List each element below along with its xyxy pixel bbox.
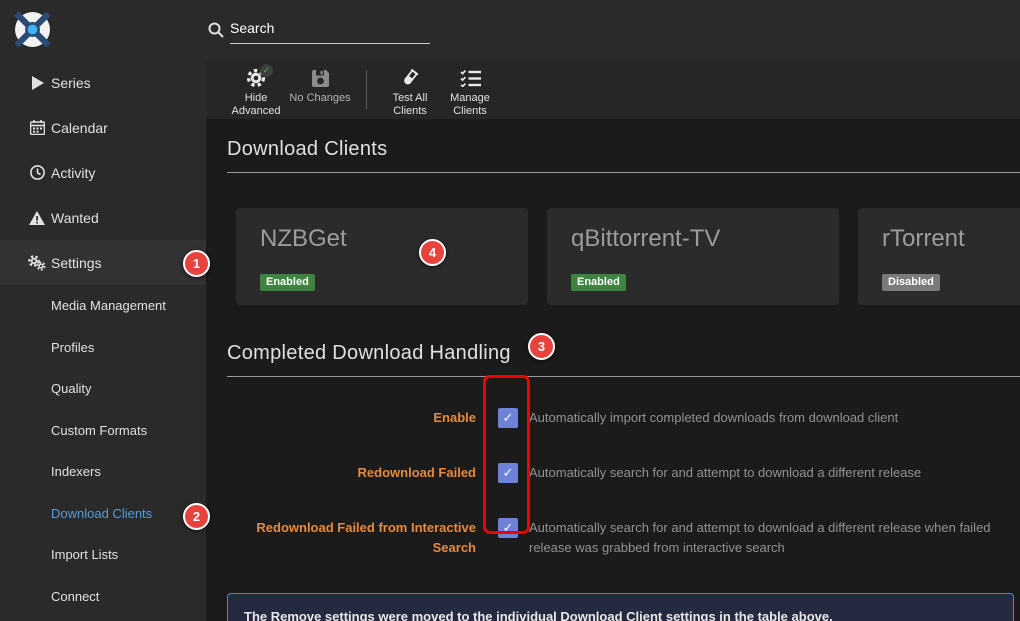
manage-clients-button[interactable]: Manage Clients bbox=[439, 60, 501, 119]
annotation-badge-2: 2 bbox=[183, 503, 210, 530]
toolbar-button-label: Test All Clients bbox=[381, 92, 439, 117]
alert-text: The Remove settings were moved to the in… bbox=[244, 609, 833, 621]
sidebar-subitem-label: Custom Formats bbox=[51, 423, 147, 438]
checklist-icon bbox=[460, 67, 481, 89]
sidebar-subitem-label: Media Management bbox=[51, 298, 166, 313]
sonarr-app: Series Calendar bbox=[0, 0, 1020, 621]
form-row-enable: Enable ✓ Automatically import completed … bbox=[227, 408, 1020, 428]
sidebar-subitem-media-management[interactable]: Media Management bbox=[0, 285, 206, 327]
search-container bbox=[206, 20, 430, 44]
form-row-redownload-failed-interactive: Redownload Failed from Interactive Searc… bbox=[227, 518, 1020, 558]
toolbar-button-label: Manage Clients bbox=[439, 92, 501, 117]
advanced-check-badge: ✓ bbox=[260, 64, 273, 77]
sidebar-subitem-download-clients[interactable]: Download Clients bbox=[0, 493, 206, 535]
warning-icon bbox=[28, 211, 46, 225]
toolbar-button-label: No Changes bbox=[289, 92, 350, 105]
sidebar-nav: Series Calendar bbox=[0, 60, 206, 621]
sidebar-item-activity[interactable]: Activity bbox=[0, 150, 206, 195]
annotation-rectangle-checkboxes bbox=[483, 375, 530, 534]
sidebar-item-label: Series bbox=[51, 75, 91, 91]
client-card-title: qBittorrent-TV bbox=[571, 225, 815, 253]
sidebar-subitem-indexers[interactable]: Indexers bbox=[0, 451, 206, 493]
sidebar-subitem-label: Import Lists bbox=[51, 547, 118, 562]
redownload-failed-interactive-label: Redownload Failed from Interactive Searc… bbox=[227, 518, 476, 558]
settings-content: Download Clients NZBGet Enabled qBittorr… bbox=[206, 119, 1020, 621]
sidebar-subitem-label: Profiles bbox=[51, 340, 94, 355]
test-tube-icon bbox=[400, 67, 420, 89]
completed-download-handling-section: Completed Download Handling Enable ✓ Aut… bbox=[227, 342, 1020, 621]
gears-icon bbox=[28, 255, 46, 271]
sidebar-item-label: Calendar bbox=[51, 120, 108, 136]
status-badge: Enabled bbox=[260, 274, 315, 291]
redownload-failed-interactive-help-text: Automatically search for and attempt to … bbox=[529, 518, 1011, 558]
remove-settings-info-alert: The Remove settings were moved to the in… bbox=[227, 593, 1014, 621]
gear-check-icon: ✓ bbox=[246, 67, 266, 89]
completed-download-handling-title: Completed Download Handling bbox=[227, 342, 1020, 377]
sidebar-item-wanted[interactable]: Wanted bbox=[0, 195, 206, 240]
sidebar-subitem-label: Indexers bbox=[51, 464, 101, 479]
sidebar-subitem-label: Download Clients bbox=[51, 506, 152, 521]
redownload-failed-label: Redownload Failed bbox=[227, 463, 476, 483]
annotation-badge-1: 1 bbox=[183, 250, 210, 277]
search-icon bbox=[208, 22, 224, 38]
redownload-failed-help-text: Automatically search for and attempt to … bbox=[529, 463, 921, 483]
sidebar-subitem-profiles[interactable]: Profiles bbox=[0, 327, 206, 369]
completed-download-handling-form: Enable ✓ Automatically import completed … bbox=[227, 408, 1020, 558]
annotation-badge-3: 3 bbox=[528, 333, 555, 360]
sidebar-item-settings[interactable]: Settings bbox=[0, 240, 206, 285]
client-card-title: NZBGet bbox=[260, 225, 504, 253]
search-input[interactable] bbox=[230, 20, 430, 44]
client-card-rtorrent[interactable]: rTorrent Disabled bbox=[858, 208, 1020, 305]
page-toolbar: ✓ Hide Advanced No Changes bbox=[206, 60, 1020, 119]
header-bar bbox=[0, 0, 1020, 60]
enable-label: Enable bbox=[227, 408, 476, 428]
form-row-redownload-failed: Redownload Failed ✓ Automatically search… bbox=[227, 463, 1020, 483]
toolbar-separator bbox=[366, 70, 367, 109]
sidebar-subitem-connect[interactable]: Connect bbox=[0, 576, 206, 618]
annotation-badge-4: 4 bbox=[419, 239, 446, 266]
enable-help-text: Automatically import completed downloads… bbox=[529, 408, 898, 428]
test-all-clients-button[interactable]: Test All Clients bbox=[381, 60, 439, 119]
sidebar-subitem-label: Quality bbox=[51, 381, 91, 396]
client-card-title: rTorrent bbox=[882, 225, 1020, 253]
sidebar-subitem-label: Connect bbox=[51, 589, 99, 604]
toolbar-button-label: Hide Advanced bbox=[224, 92, 288, 117]
sidebar-item-series[interactable]: Series bbox=[0, 60, 206, 105]
play-icon bbox=[28, 76, 46, 90]
save-icon bbox=[311, 67, 330, 89]
sidebar-subitem-custom-formats[interactable]: Custom Formats bbox=[0, 410, 206, 452]
sidebar-item-label: Settings bbox=[51, 255, 102, 271]
status-badge: Enabled bbox=[571, 274, 626, 291]
hide-advanced-button[interactable]: ✓ Hide Advanced bbox=[224, 60, 288, 119]
sonarr-logo-icon[interactable] bbox=[14, 11, 51, 48]
download-client-cards: NZBGet Enabled qBittorrent-TV Enabled rT… bbox=[236, 208, 1020, 305]
sidebar-item-calendar[interactable]: Calendar bbox=[0, 105, 206, 150]
status-badge: Disabled bbox=[882, 274, 940, 291]
client-card-nzbget[interactable]: NZBGet Enabled bbox=[236, 208, 528, 305]
download-clients-section: Download Clients NZBGet Enabled qBittorr… bbox=[227, 138, 1020, 305]
client-card-qbittorrent-tv[interactable]: qBittorrent-TV Enabled bbox=[547, 208, 839, 305]
download-clients-section-title: Download Clients bbox=[227, 138, 1020, 173]
clock-icon bbox=[28, 165, 46, 180]
sidebar-item-label: Activity bbox=[51, 165, 95, 181]
no-changes-save-button[interactable]: No Changes bbox=[288, 60, 352, 119]
sidebar-item-label: Wanted bbox=[51, 210, 99, 226]
sidebar-subitem-import-lists[interactable]: Import Lists bbox=[0, 534, 206, 576]
calendar-icon bbox=[28, 120, 46, 135]
sidebar-subitem-quality[interactable]: Quality bbox=[0, 368, 206, 410]
